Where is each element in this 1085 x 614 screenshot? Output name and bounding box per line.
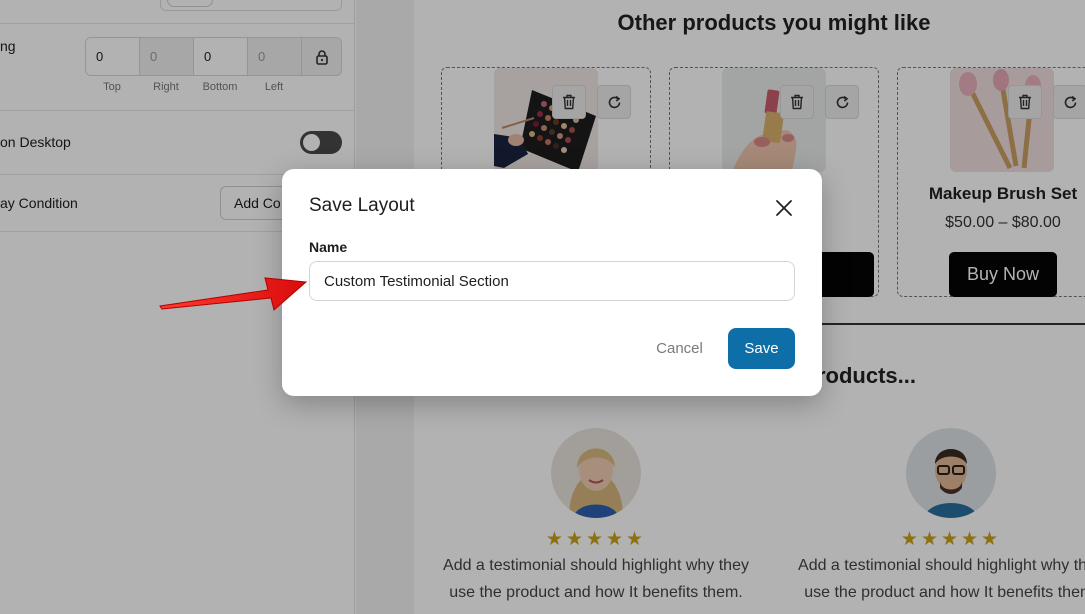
cancel-button[interactable]: Cancel — [642, 328, 717, 368]
save-layout-dialog: Save Layout Name Cancel Save — [282, 169, 822, 396]
save-button[interactable]: Save — [728, 328, 795, 369]
close-icon — [776, 200, 792, 216]
dialog-title: Save Layout — [309, 195, 415, 216]
layout-name-input[interactable] — [309, 261, 795, 301]
close-button[interactable] — [772, 196, 796, 220]
annotation-arrow-icon — [159, 277, 308, 311]
name-label: Name — [309, 239, 348, 255]
